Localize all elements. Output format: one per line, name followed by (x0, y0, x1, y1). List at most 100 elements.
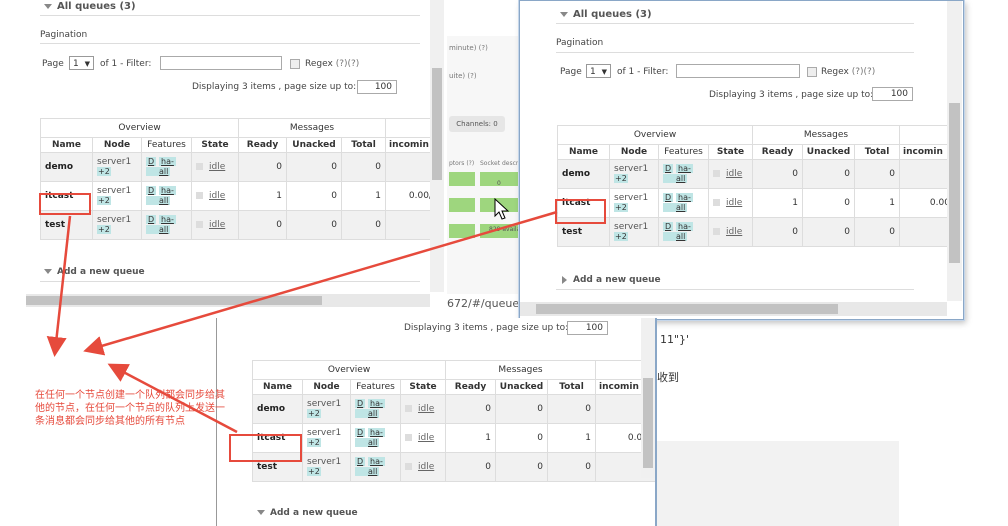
table-row[interactable]: demo server1 +2 D ha-all idle 0 0 0 (252, 394, 655, 424)
vertical-scroll-thumb[interactable] (643, 378, 653, 468)
url-fragment: 672/#/queues (447, 297, 525, 310)
col-features[interactable]: Features (658, 144, 709, 160)
state-dot-icon (713, 199, 720, 206)
col-features[interactable]: Features (141, 137, 192, 153)
state-dot-icon (713, 170, 720, 177)
page-size-input[interactable]: 100 (567, 321, 608, 335)
table-row[interactable]: demo server1 +2 D ha-all idle 0 0 0 (557, 159, 958, 189)
col-state[interactable]: State (191, 137, 239, 153)
displaying-label: Displaying 3 items , page size up to: (404, 323, 569, 333)
col-incoming[interactable]: incomin (385, 137, 437, 153)
col-total[interactable]: Total (341, 137, 386, 153)
col-total[interactable]: Total (547, 379, 596, 395)
state-dot-icon (405, 463, 412, 470)
regex-label: Regex (?)(?) (305, 59, 360, 69)
durable-tag: D (355, 428, 366, 437)
policy-tag: ha- (159, 215, 176, 224)
overview-group-header: Overview (40, 118, 239, 138)
vertical-scroll-thumb[interactable] (432, 68, 442, 180)
all-queues-header[interactable]: All queues (3) (44, 1, 136, 12)
collapse-triangle-icon (560, 11, 568, 17)
page-label: Page (560, 67, 582, 77)
regex-checkbox[interactable] (807, 67, 817, 77)
state-dot-icon (196, 192, 203, 199)
table-row[interactable]: itcast server1 +2 D ha-all idle 1 0 1 0.0… (40, 181, 437, 211)
table-row[interactable]: test server1 +2 D ha-all idle 0 0 0 (557, 217, 958, 247)
chart-label-1: minute) (?) (449, 44, 488, 52)
add-queue-section[interactable]: Add a new queue (562, 275, 661, 285)
page-select[interactable]: 1 ▼ (586, 64, 611, 78)
vertical-scroll-thumb[interactable] (949, 103, 960, 263)
regex-label: Regex (?)(?) (821, 67, 876, 77)
col-node[interactable]: Node (302, 379, 351, 395)
page-size-input[interactable]: 100 (357, 80, 397, 94)
state-dot-icon (196, 221, 203, 228)
queues-table: Overview Messages Name Node Features Sta… (557, 125, 958, 247)
durable-tag: D (146, 186, 157, 195)
meter-available: 829 availa (489, 226, 521, 233)
all-queues-header[interactable]: All queues (3) (560, 9, 652, 20)
add-queue-section[interactable]: Add a new queue (44, 267, 145, 277)
queue-name-link[interactable]: demo (252, 394, 303, 424)
horizontal-scroll-thumb[interactable] (26, 296, 322, 305)
queue-name-link[interactable]: demo (40, 152, 93, 182)
table-row[interactable]: itcast server1 +2 D ha-all idle 1 0 1 0.0… (252, 423, 655, 453)
col-node[interactable]: Node (609, 144, 659, 160)
queues-table: Overview Messages Name Node Features Sta… (252, 360, 655, 482)
mouse-cursor-icon (494, 198, 510, 220)
green-meter-3 (449, 198, 475, 212)
col-features[interactable]: Features (350, 379, 401, 395)
filter-input[interactable] (160, 56, 282, 70)
channels-badge: Channels: 0 (449, 116, 505, 132)
page-size-input[interactable]: 100 (872, 87, 913, 101)
green-meter-1 (449, 172, 475, 186)
horizontal-scroll-thumb[interactable] (536, 304, 838, 314)
page-select[interactable]: 1 ▼ (69, 56, 94, 70)
col-unacked[interactable]: Unacked (802, 144, 855, 160)
filter-input[interactable] (676, 64, 800, 78)
policy-tag: ha- (676, 222, 693, 231)
messages-group-header: Messages (445, 360, 596, 380)
table-row[interactable]: itcast server1 +2 D ha-all idle 1 0 1 0.0… (557, 188, 958, 218)
pagination-label: Pagination (556, 38, 604, 48)
state-dot-icon (405, 434, 412, 441)
policy-tag: ha- (368, 399, 385, 408)
col-total[interactable]: Total (854, 144, 900, 160)
table-row[interactable]: demo server1 +2 D ha-all idle 0 0 0 (40, 152, 437, 182)
table-row[interactable]: test server1 +2 D ha-all idle 0 0 0 (40, 210, 437, 240)
chevron-down-icon: ▼ (84, 60, 90, 68)
col-state[interactable]: State (708, 144, 753, 160)
highlight-itcast-3 (229, 434, 302, 462)
code-fragment: 11"}' (660, 333, 690, 346)
chart-label-4: Socket descri (480, 160, 521, 167)
col-name[interactable]: Name (557, 144, 610, 160)
col-unacked[interactable]: Unacked (286, 137, 342, 153)
node1-queues-window: All queues (3) Pagination Page 1 ▼ of 1 -… (26, 0, 446, 307)
col-state[interactable]: State (400, 379, 446, 395)
grey-panel (657, 441, 899, 526)
pagination-label: Pagination (40, 30, 88, 40)
col-name[interactable]: Name (40, 137, 93, 153)
durable-tag: D (663, 164, 674, 173)
state-dot-icon (196, 163, 203, 170)
col-name[interactable]: Name (252, 379, 303, 395)
col-unacked[interactable]: Unacked (495, 379, 548, 395)
queue-name-link[interactable]: demo (557, 159, 610, 189)
queues-table: Overview Messages Name Node Features Sta… (40, 118, 437, 240)
durable-tag: D (146, 157, 157, 166)
table-row[interactable]: test server1 +2 D ha-all idle 0 0 0 (252, 452, 655, 482)
policy-tag: ha- (368, 457, 385, 466)
policy-tag: ha- (159, 157, 176, 166)
state-dot-icon (405, 405, 412, 412)
col-ready[interactable]: Ready (238, 137, 287, 153)
col-ready[interactable]: Ready (752, 144, 803, 160)
durable-tag: D (355, 399, 366, 408)
node3-queues-window: Displaying 3 items , page size up to: 10… (217, 318, 655, 526)
regex-checkbox[interactable] (290, 59, 300, 69)
col-node[interactable]: Node (92, 137, 142, 153)
add-queue-section[interactable]: Add a new queue (257, 508, 358, 518)
chart-label-2: uite) (?) (449, 72, 477, 80)
chart-label-3: ptors (?) (449, 160, 475, 167)
green-meter-5 (449, 224, 475, 238)
col-ready[interactable]: Ready (445, 379, 496, 395)
